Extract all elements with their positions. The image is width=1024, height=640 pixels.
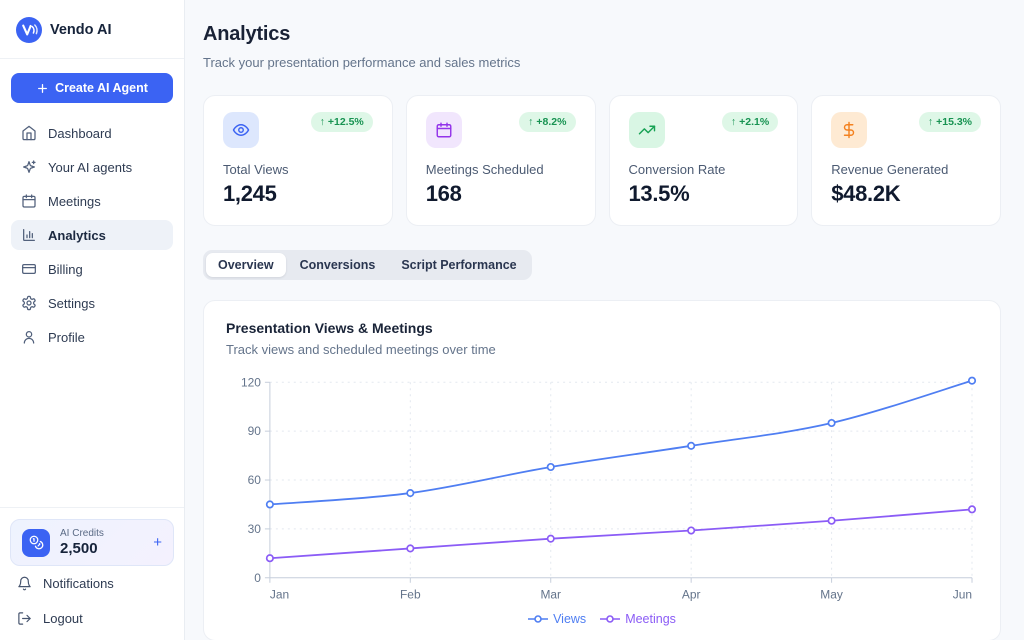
svg-text:Feb: Feb	[400, 588, 421, 602]
eye-icon	[223, 112, 259, 148]
stat-value: 1,245	[223, 181, 373, 207]
ai-credits-value: 2,500	[60, 540, 104, 557]
main-content: Analytics Track your presentation perfor…	[185, 0, 1024, 640]
sidebar-item-settings[interactable]: Settings	[11, 288, 173, 318]
legend-marker-icon	[600, 614, 620, 624]
legend-label: Meetings	[625, 612, 676, 626]
svg-text:60: 60	[248, 473, 262, 487]
legend-marker-icon	[528, 614, 548, 624]
change-badge: ↑+2.1%	[722, 112, 778, 132]
svg-text:Jun: Jun	[953, 588, 972, 602]
calendar-icon	[21, 193, 37, 209]
svg-text:Mar: Mar	[540, 588, 561, 602]
sidebar-footer: AI Credits 2,500 + Notifications Logout	[0, 507, 184, 640]
change-badge: ↑+8.2%	[519, 112, 575, 132]
stat-card-conversion-rate: ↑+2.1% Conversion Rate 13.5%	[609, 95, 799, 226]
legend-label: Views	[553, 612, 586, 626]
sidebar-item-profile[interactable]: Profile	[11, 322, 173, 352]
brand: Vendo AI	[0, 0, 184, 59]
legend-item-views: Views	[528, 612, 586, 626]
user-icon	[21, 329, 37, 345]
stat-value: 13.5%	[629, 181, 779, 207]
page-subtitle: Track your presentation performance and …	[203, 55, 1001, 70]
credit-card-icon	[21, 261, 37, 277]
tab-script-performance[interactable]: Script Performance	[389, 253, 528, 277]
chart-card: Presentation Views & Meetings Track view…	[203, 300, 1001, 640]
gear-icon	[21, 295, 37, 311]
views-meetings-chart: 0 30 60 90 120 Jan Feb Mar Apr May Jun	[226, 370, 978, 610]
ai-credits-label: AI Credits	[60, 528, 104, 539]
create-ai-agent-button[interactable]: Create AI Agent	[11, 73, 173, 103]
stat-card-total-views: ↑+12.5% Total Views 1,245	[203, 95, 393, 226]
svg-text:May: May	[820, 588, 843, 602]
sidebar-item-analytics[interactable]: Analytics	[11, 220, 173, 250]
svg-text:120: 120	[241, 375, 261, 389]
logout-icon	[17, 611, 32, 626]
ai-credits-card[interactable]: AI Credits 2,500 +	[10, 519, 174, 566]
add-credits-button[interactable]: +	[153, 534, 162, 551]
stat-label: Conversion Rate	[629, 162, 779, 177]
sidebar-item-dashboard[interactable]: Dashboard	[11, 118, 173, 148]
bar-chart-icon	[21, 227, 37, 243]
stat-card-meetings-scheduled: ↑+8.2% Meetings Scheduled 168	[406, 95, 596, 226]
arrow-up-icon: ↑	[928, 116, 933, 128]
sidebar-body: Create AI Agent Dashboard Your AI agents…	[0, 59, 184, 507]
change-badge: ↑+12.5%	[311, 112, 373, 132]
svg-text:0: 0	[254, 571, 261, 585]
tab-overview[interactable]: Overview	[206, 253, 286, 277]
vendo-logo-icon	[16, 17, 42, 43]
dollar-icon	[831, 112, 867, 148]
logout-button[interactable]: Logout	[10, 601, 174, 636]
svg-text:Apr: Apr	[682, 588, 701, 602]
svg-text:90: 90	[248, 424, 262, 438]
chart-title: Presentation Views & Meetings	[226, 320, 978, 336]
svg-text:Jan: Jan	[270, 588, 289, 602]
coins-icon	[22, 529, 50, 557]
sparkles-icon	[21, 159, 37, 175]
change-badge: ↑+15.3%	[919, 112, 981, 132]
stat-label: Total Views	[223, 162, 373, 177]
brand-name: Vendo AI	[50, 22, 112, 38]
page-title: Analytics	[203, 23, 1001, 46]
arrow-up-icon: ↑	[731, 116, 736, 128]
home-icon	[21, 125, 37, 141]
stat-label: Revenue Generated	[831, 162, 981, 177]
chart-subtitle: Track views and scheduled meetings over …	[226, 342, 978, 357]
sidebar: Vendo AI Create AI Agent Dashboard Your …	[0, 0, 185, 640]
notifications-button[interactable]: Notifications	[10, 566, 174, 601]
calendar-icon	[426, 112, 462, 148]
stat-value: 168	[426, 181, 576, 207]
stat-card-revenue-generated: ↑+15.3% Revenue Generated $48.2K	[811, 95, 1001, 226]
trending-up-icon	[629, 112, 665, 148]
sidebar-item-billing[interactable]: Billing	[11, 254, 173, 284]
chart-legend: Views Meetings	[226, 612, 978, 630]
arrow-up-icon: ↑	[528, 116, 533, 128]
legend-item-meetings: Meetings	[600, 612, 676, 626]
bell-icon	[17, 576, 32, 591]
arrow-up-icon: ↑	[320, 116, 325, 128]
stat-label: Meetings Scheduled	[426, 162, 576, 177]
svg-text:30: 30	[248, 522, 262, 536]
plus-icon	[36, 82, 49, 95]
analytics-tabs: Overview Conversions Script Performance	[203, 250, 532, 280]
sidebar-item-meetings[interactable]: Meetings	[11, 186, 173, 216]
stats-grid: ↑+12.5% Total Views 1,245 ↑+8.2% Meeting…	[203, 95, 1001, 226]
sidebar-nav: Dashboard Your AI agents Meetings Analyt…	[11, 118, 173, 352]
stat-value: $48.2K	[831, 181, 981, 207]
sidebar-item-your-ai-agents[interactable]: Your AI agents	[11, 152, 173, 182]
tab-conversions[interactable]: Conversions	[288, 253, 388, 277]
